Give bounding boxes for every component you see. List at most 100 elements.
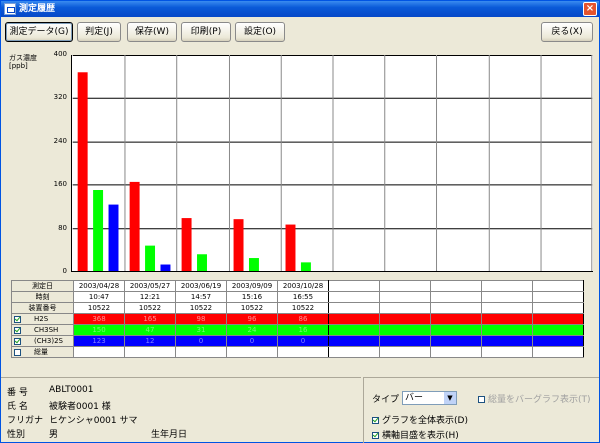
date-row-header: 測定日 [11,280,74,292]
device-row-cell: 10522 [226,302,278,314]
checkbox-icon [478,396,485,403]
device-row-cell: 10522 [73,302,125,314]
gas-row-ch32s-label: (CH3)2S [34,337,63,345]
bar-h2s-5 [285,224,296,271]
gas-row-ch32s-cell: 12 [124,335,176,347]
date-row-cell: 2003/04/28 [73,280,125,292]
total-row-cell [226,346,278,358]
date-row-cell [328,280,380,292]
time-row-cell: 14:57 [175,291,227,303]
time-row-header: 時刻 [11,291,74,303]
bar-h2s-1 [77,72,88,271]
date-row-cell: 2003/10/28 [277,280,329,292]
gas-row-ch3sh-cell [532,324,584,336]
number-value: ABLT0001 [49,385,94,395]
y-tick-label: 160 [53,180,67,189]
gas-row-ch32s-cell: 0 [277,335,329,347]
gas-row-h2s-cell [328,313,380,325]
gas-row-h2s-cell: 96 [226,313,278,325]
measure-data-button[interactable]: 測定データ(G) [5,22,73,42]
time-row-cell [328,291,380,303]
type-select-value: バー [405,393,424,403]
time-row-cell: 12:21 [124,291,176,303]
device-row-cell: 10522 [124,302,176,314]
gas-row-ch3sh-label: CH3SH [34,326,59,334]
gas-row-ch3sh-cell: 16 [277,324,329,336]
total-row-cell [73,346,125,358]
bar-ch3sh-3 [197,254,207,271]
gas-row-ch32s-header[interactable]: (CH3)2S [11,335,74,347]
date-row-cell: 2003/05/27 [124,280,176,292]
gas-row-h2s-header[interactable]: H2S [11,313,74,325]
gas-row-ch3sh-cell [481,324,533,336]
device-row-cell [379,302,431,314]
gas-row-ch3sh-header[interactable]: CH3SH [11,324,74,336]
gas-row-ch32s-cell [328,335,380,347]
gas-row-h2s-label: H2S [34,315,49,323]
gas-row-ch32s-cell [532,335,584,347]
gas-row-h2s-cell: 165 [124,313,176,325]
display-options-panel: タイプ バー ▼ 総量をバーグラフ表示(T) グラフを全体表示(D) 横軸目盛を… [363,377,599,443]
measurement-history-window: 測定履歴 × 測定データ(G) 判定(J) 保存(W) 印刷(P) 設定(O) … [0,0,600,443]
gas-row-ch3sh-cell [379,324,431,336]
device-row-cell [430,302,482,314]
gas-row-h2s: H2S 368 165 98 96 86 [11,313,584,325]
checkbox-checked-icon [372,432,379,439]
gas-row-ch3sh: CH3SH 150 47 31 24 16 [11,324,584,336]
show-grid-checkbox[interactable]: 横軸目盛を表示(H) [372,428,459,441]
y-tick-label: 0 [62,267,67,275]
device-row-cell [328,302,380,314]
sex-label: 性別 [7,430,26,440]
gas-row-ch3sh-cell [430,324,482,336]
gas-row-ch3sh-cell: 47 [124,324,176,336]
total-row-header[interactable]: 総量 [11,346,74,358]
device-row-cell [532,302,584,314]
subject-info-panel: 番 号 ABLT0001 氏 名 被験者0001 様 フリガナ ヒケンシャ000… [1,377,361,443]
time-row-cell [532,291,584,303]
show-grid-label: 横軸目盛を表示(H) [382,431,459,441]
total-row-cell [175,346,227,358]
time-row-cell [481,291,533,303]
date-row: 測定日 2003/04/28 2003/05/27 2003/06/19 2003/09… [11,280,584,292]
bar-chart [71,55,593,272]
total-bar-checkbox[interactable]: 総量をバーグラフ表示(T) [478,392,591,405]
gas-row-h2s-cell: 98 [175,313,227,325]
total-row-cell [277,346,329,358]
time-row-cell: 15:16 [226,291,278,303]
settings-button[interactable]: 設定(O) [235,22,285,42]
gas-row-ch3sh-cell [328,324,380,336]
date-row-cell: 2003/06/19 [175,280,227,292]
title-bar[interactable]: 測定履歴 × [1,1,599,17]
device-row-cell: 10522 [175,302,227,314]
total-row-cell [379,346,431,358]
print-button[interactable]: 印刷(P) [181,22,231,42]
gas-row-h2s-cell [430,313,482,325]
bar-ch3sh-2 [145,245,156,271]
close-button[interactable]: × [583,2,597,16]
time-row-cell: 16:55 [277,291,329,303]
bar-h2s-3 [181,218,192,271]
gas-row-ch3sh-cell: 24 [226,324,278,336]
birth-label: 生年月日 [151,430,188,440]
checkbox-checked-icon [14,326,21,334]
y-tick-label: 80 [58,223,67,232]
type-select[interactable]: バー ▼ [402,391,457,405]
checkbox-checked-icon [372,417,379,424]
device-row-cell [481,302,533,314]
show-all-checkbox[interactable]: グラフを全体表示(D) [372,413,468,426]
checkbox-checked-icon [14,337,21,345]
y-tick-label: 400 [53,50,67,58]
gas-row-ch32s-cell: 123 [73,335,125,347]
bar-ch3sh-5 [300,262,311,271]
device-row-cell: 10522 [277,302,329,314]
y-axis-label: ガス濃度 [ppb] [9,54,37,70]
kana-label: フリガナ [7,416,44,426]
total-row-cell [532,346,584,358]
show-all-label: グラフを全体表示(D) [382,416,468,426]
back-button[interactable]: 戻る(X) [541,22,593,42]
gas-row-ch32s-cell [379,335,431,347]
judge-button[interactable]: 判定(J) [77,22,121,42]
time-row: 時刻 10:47 12:21 14:57 15:16 16:55 [11,291,584,303]
save-button[interactable]: 保存(W) [127,22,177,42]
date-row-cell [430,280,482,292]
